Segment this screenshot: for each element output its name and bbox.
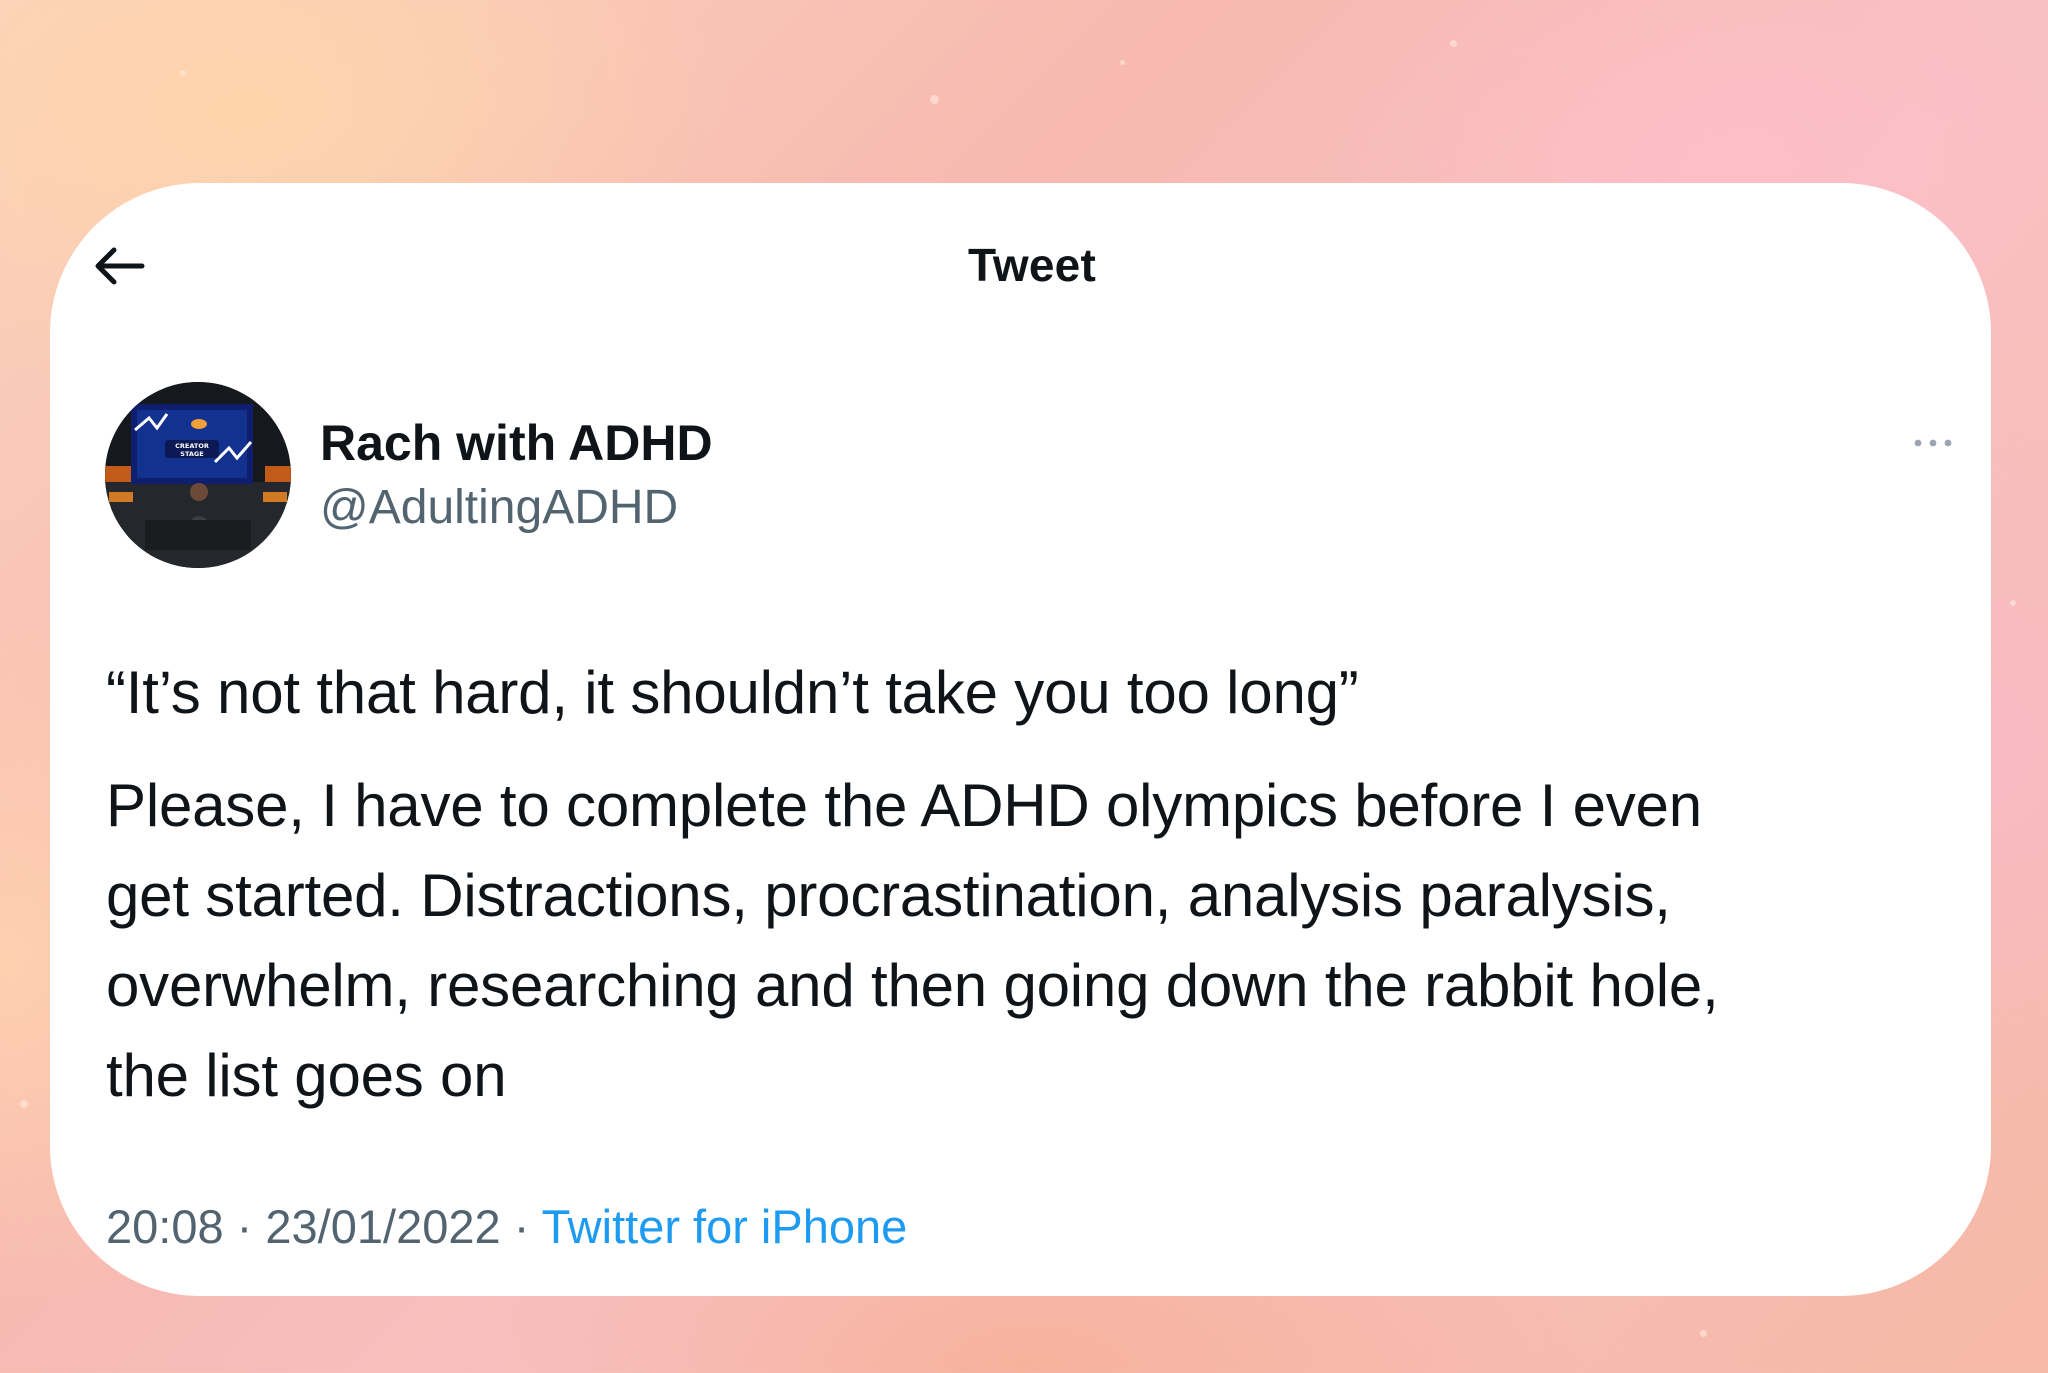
- author-handle[interactable]: @AdultingADHD: [320, 480, 678, 535]
- tweet-card: [50, 183, 1991, 1296]
- meta-separator: ·: [223, 1200, 266, 1253]
- avatar-photo: CREATOR STAGE: [105, 382, 291, 568]
- meta-separator: ·: [500, 1200, 542, 1253]
- background-speckle: [2010, 600, 2016, 606]
- avatar-screen-text: CREATOR: [175, 442, 209, 450]
- tweet-source-link[interactable]: Twitter for iPhone: [542, 1200, 908, 1253]
- page-title: Tweet: [968, 239, 1096, 291]
- tweet-text-line: overwhelm, researching and then going do…: [106, 952, 1719, 1019]
- background-speckle: [20, 1100, 28, 1108]
- tweet-metadata: 20:08 · 23/01/2022 · Twitter for iPhone: [106, 1199, 907, 1254]
- tweet-text-line: get started. Distractions, procrastinati…: [106, 862, 1671, 929]
- avatar[interactable]: CREATOR STAGE: [105, 382, 291, 568]
- tweet-quote-line: “It’s not that hard, it shouldn’t take y…: [106, 659, 1359, 726]
- tweet-time[interactable]: 20:08: [106, 1200, 224, 1253]
- background-speckle: [1450, 40, 1457, 47]
- more-dots-icon[interactable]: [1910, 432, 1956, 454]
- background-speckle: [930, 95, 939, 104]
- svg-text:STAGE: STAGE: [180, 450, 203, 458]
- author-name[interactable]: Rach with ADHD: [320, 414, 713, 472]
- tweet-date[interactable]: 23/01/2022: [265, 1200, 500, 1253]
- background-speckle: [180, 70, 186, 76]
- tweet-text-line: the list goes on: [106, 1042, 507, 1109]
- background-speckle: [1700, 1330, 1707, 1337]
- tweet-text-line: Please, I have to complete the ADHD olym…: [106, 772, 1702, 839]
- background-speckle: [1120, 60, 1125, 65]
